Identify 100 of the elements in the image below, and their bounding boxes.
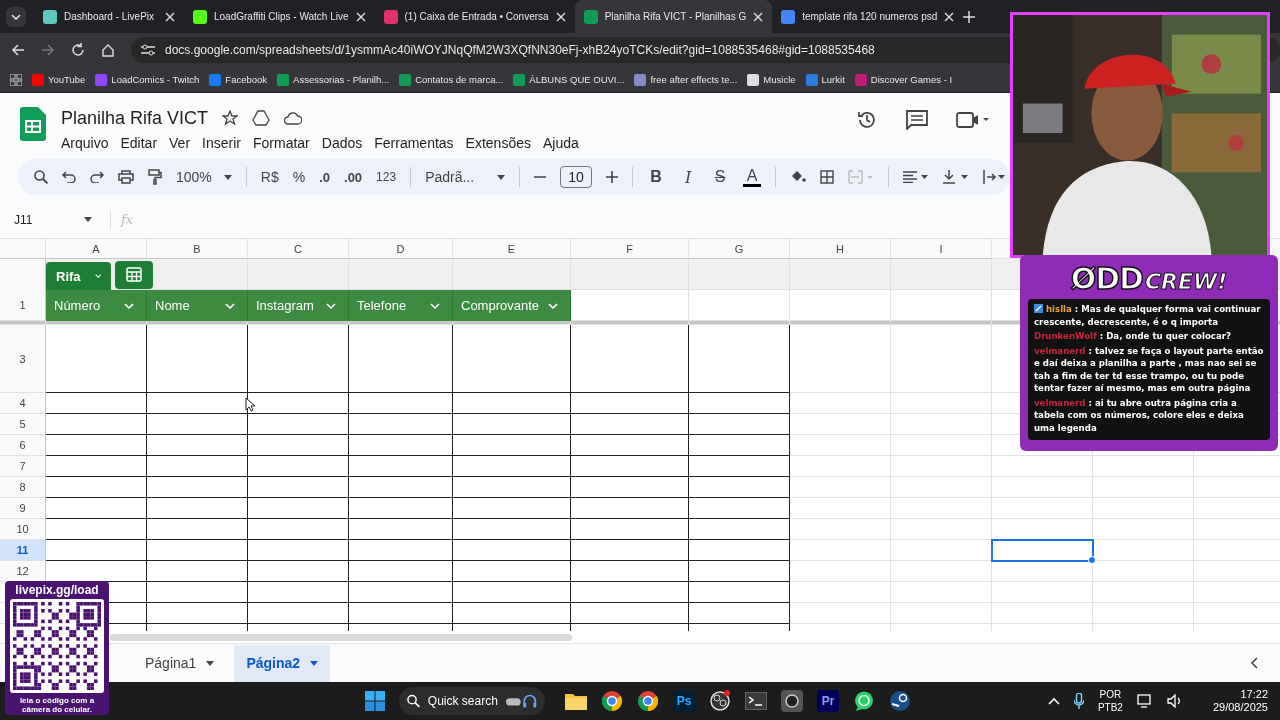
increase-decimals-button[interactable]: .00 bbox=[344, 169, 363, 185]
menu-item[interactable]: Ferramentas bbox=[369, 133, 459, 153]
caret-icon[interactable] bbox=[225, 302, 235, 309]
text-color-button[interactable]: A bbox=[743, 167, 762, 187]
fill-color-icon[interactable] bbox=[790, 170, 807, 184]
bookmark[interactable]: Contatos de marca... bbox=[399, 73, 504, 86]
clock[interactable]: 17:22 29/08/2025 bbox=[1212, 688, 1268, 714]
table-header-cell[interactable]: Nome bbox=[147, 290, 248, 321]
speaker-icon[interactable] bbox=[1166, 694, 1183, 708]
site-settings-icon[interactable] bbox=[141, 44, 155, 56]
bookmark[interactable]: Facebook bbox=[209, 73, 268, 86]
borders-icon[interactable] bbox=[820, 170, 835, 184]
menu-item[interactable]: Ver bbox=[164, 133, 196, 153]
percent-format-button[interactable]: % bbox=[292, 169, 306, 185]
chevron-up-icon[interactable] bbox=[1047, 697, 1060, 705]
horizontal-scrollbar[interactable] bbox=[110, 633, 572, 641]
close-icon[interactable] bbox=[753, 11, 764, 22]
tab-list-icon[interactable] bbox=[6, 6, 26, 27]
close-icon[interactable] bbox=[944, 11, 955, 22]
record-app-icon[interactable] bbox=[709, 690, 731, 712]
star-icon[interactable] bbox=[222, 110, 239, 126]
table-header-cell[interactable]: Instagram bbox=[248, 290, 349, 321]
table-menu-icon[interactable] bbox=[115, 261, 153, 289]
spreadsheet-logo-icon[interactable] bbox=[20, 107, 46, 141]
new-tab-icon[interactable] bbox=[963, 10, 976, 23]
table-header-cell[interactable]: Número bbox=[46, 290, 147, 321]
search-box[interactable]: Quick search bbox=[399, 687, 545, 715]
italic-button[interactable]: I bbox=[679, 167, 698, 187]
font-size-field[interactable]: 10 bbox=[560, 166, 593, 188]
bookmark[interactable]: Discover Games - I bbox=[854, 73, 953, 86]
align-icon[interactable] bbox=[903, 171, 930, 183]
apps-grid-icon[interactable] bbox=[10, 73, 22, 86]
print-icon[interactable] bbox=[118, 170, 134, 184]
browser-icon[interactable] bbox=[601, 690, 623, 712]
camera-app-icon[interactable] bbox=[781, 690, 803, 712]
caret-icon[interactable] bbox=[84, 217, 92, 222]
forward-icon[interactable] bbox=[41, 43, 55, 57]
bookmark[interactable]: ÁLBUNS QUE OUVI... bbox=[513, 73, 625, 86]
browser-icon[interactable] bbox=[637, 690, 659, 712]
menu-item[interactable]: Dados bbox=[316, 133, 368, 153]
bookmark[interactable]: Lurkit bbox=[805, 73, 845, 86]
bookmark[interactable]: Assessorias - Planilh... bbox=[277, 73, 390, 86]
microphone-icon[interactable] bbox=[1073, 693, 1084, 709]
close-icon[interactable] bbox=[355, 11, 366, 22]
cloud-icon[interactable] bbox=[284, 111, 303, 125]
bookmark[interactable]: LoadComics - Twitch bbox=[95, 73, 200, 86]
zoom-dropdown[interactable]: 100% bbox=[176, 169, 232, 185]
bookmark[interactable]: free after effects te... bbox=[634, 73, 738, 86]
name-box[interactable]: J11 bbox=[14, 212, 74, 227]
bookmark[interactable]: YouTube bbox=[32, 73, 86, 86]
app-icon[interactable]: Pr bbox=[817, 690, 839, 712]
vertical-align-icon[interactable] bbox=[943, 170, 970, 184]
decrease-decimals-button[interactable]: .0 bbox=[319, 169, 330, 185]
app-icon[interactable]: Ps bbox=[673, 690, 695, 712]
table-header-cell[interactable]: Telefone bbox=[349, 290, 453, 321]
close-icon[interactable] bbox=[165, 11, 175, 22]
text-wrap-icon[interactable] bbox=[983, 170, 1006, 184]
menu-item[interactable]: Extensões bbox=[460, 133, 536, 153]
font-dropdown[interactable]: Padrã... bbox=[425, 169, 506, 185]
sheet-tab[interactable]: Página2 bbox=[234, 644, 331, 682]
row-header[interactable]: 11 bbox=[0, 540, 46, 561]
bookmark[interactable]: Musicle bbox=[747, 73, 796, 86]
browser-tab[interactable]: template rifa 120 numeros psd bbox=[772, 0, 964, 33]
video-call-icon[interactable] bbox=[956, 111, 990, 129]
browser-tab[interactable]: Dashboard - LivePix bbox=[34, 0, 184, 33]
document-title[interactable]: Planilha Rifa VICT bbox=[61, 107, 209, 129]
game-store-icon[interactable] bbox=[889, 690, 911, 712]
menu-item[interactable]: Editar bbox=[115, 133, 163, 153]
caret-icon[interactable] bbox=[430, 302, 440, 309]
number-format-button[interactable]: 123 bbox=[376, 170, 397, 184]
start-icon[interactable] bbox=[365, 691, 385, 711]
search-icon[interactable] bbox=[34, 170, 48, 184]
menu-item[interactable]: Formatar bbox=[247, 133, 315, 153]
caret-icon[interactable] bbox=[326, 302, 336, 309]
undo-icon[interactable] bbox=[62, 171, 76, 183]
sheet-tab[interactable]: Página1 bbox=[133, 644, 227, 682]
home-icon[interactable] bbox=[101, 43, 115, 57]
selected-cell[interactable] bbox=[991, 539, 1094, 562]
strikethrough-button[interactable]: S bbox=[711, 168, 730, 186]
browser-tab[interactable]: Planilha Rifa VICT - Planilhas G bbox=[574, 0, 773, 33]
history-icon[interactable] bbox=[856, 109, 878, 131]
currency-format-button[interactable]: R$ bbox=[260, 169, 279, 185]
chat-app-icon[interactable] bbox=[853, 690, 875, 712]
table-header-cell[interactable]: Comprovante bbox=[453, 290, 571, 321]
terminal-icon[interactable] bbox=[745, 692, 767, 710]
paint-format-icon[interactable] bbox=[148, 169, 162, 185]
comment-icon[interactable] bbox=[906, 110, 928, 130]
browser-tab[interactable]: (1) Caixa de Entrada • Conversa bbox=[374, 0, 575, 33]
menu-item[interactable]: Arquivo bbox=[56, 133, 114, 153]
browser-tab[interactable]: LoadGraffiti Clips - Watch Live bbox=[184, 0, 375, 33]
menu-item[interactable]: Ajuda bbox=[537, 133, 584, 153]
redo-icon[interactable] bbox=[90, 171, 104, 183]
collapse-icon[interactable] bbox=[1250, 657, 1258, 669]
menu-item[interactable]: Inserir bbox=[197, 133, 246, 153]
close-icon[interactable] bbox=[555, 11, 566, 22]
back-icon[interactable] bbox=[11, 43, 25, 57]
bold-button[interactable]: B bbox=[647, 168, 666, 186]
minus-icon[interactable] bbox=[534, 176, 547, 178]
language-indicator[interactable]: POR PTB2 bbox=[1097, 688, 1123, 714]
network-icon[interactable] bbox=[1136, 694, 1153, 708]
